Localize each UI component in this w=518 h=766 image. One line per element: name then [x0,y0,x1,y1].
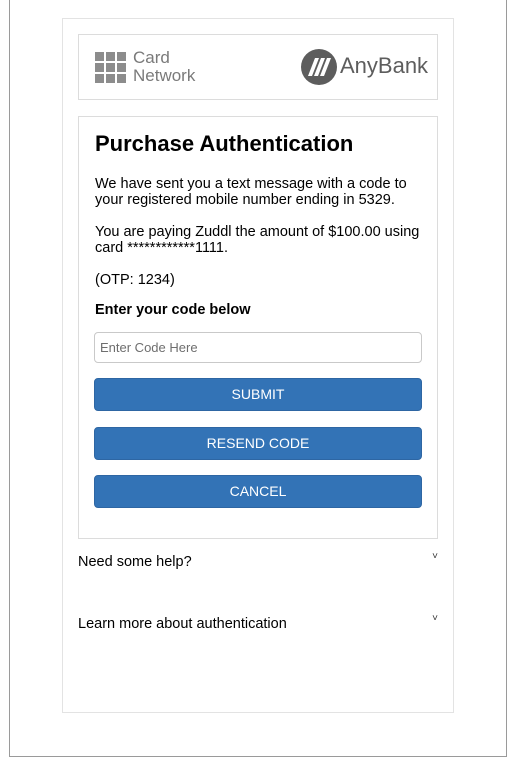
page-title: Purchase Authentication [95,131,354,156]
help-accordion-label: Need some help? [78,554,192,570]
card-network-logo-text: Card Network [133,49,195,85]
code-label: Enter your code below [95,302,251,318]
card-network-line2: Network [133,66,196,85]
resend-code-button[interactable]: RESEND CODE [94,427,422,460]
submit-button[interactable]: SUBMIT [94,378,422,411]
card-network-line1: Card [133,48,170,67]
payment-details-text: You are paying Zuddl the amount of $100.… [95,224,420,256]
card-network-grid-icon [95,52,127,84]
anybank-logo-icon [301,49,337,85]
message-sent-text: We have sent you a text message with a c… [95,176,407,208]
learn-more-accordion-label: Learn more about authentication [78,616,287,632]
cancel-button[interactable]: CANCEL [94,475,422,508]
chevron-down-icon: ˅ [432,551,438,562]
code-input[interactable] [94,332,422,363]
auth-panel: Purchase Authentication We have sent you… [78,116,438,539]
anybank-logo-text: AnyBank [340,53,429,78]
logo-bar: Card Network AnyBank [78,34,438,100]
chevron-down-icon: ˅ [432,613,438,624]
otp-hint-text: (OTP: 1234) [95,272,175,288]
